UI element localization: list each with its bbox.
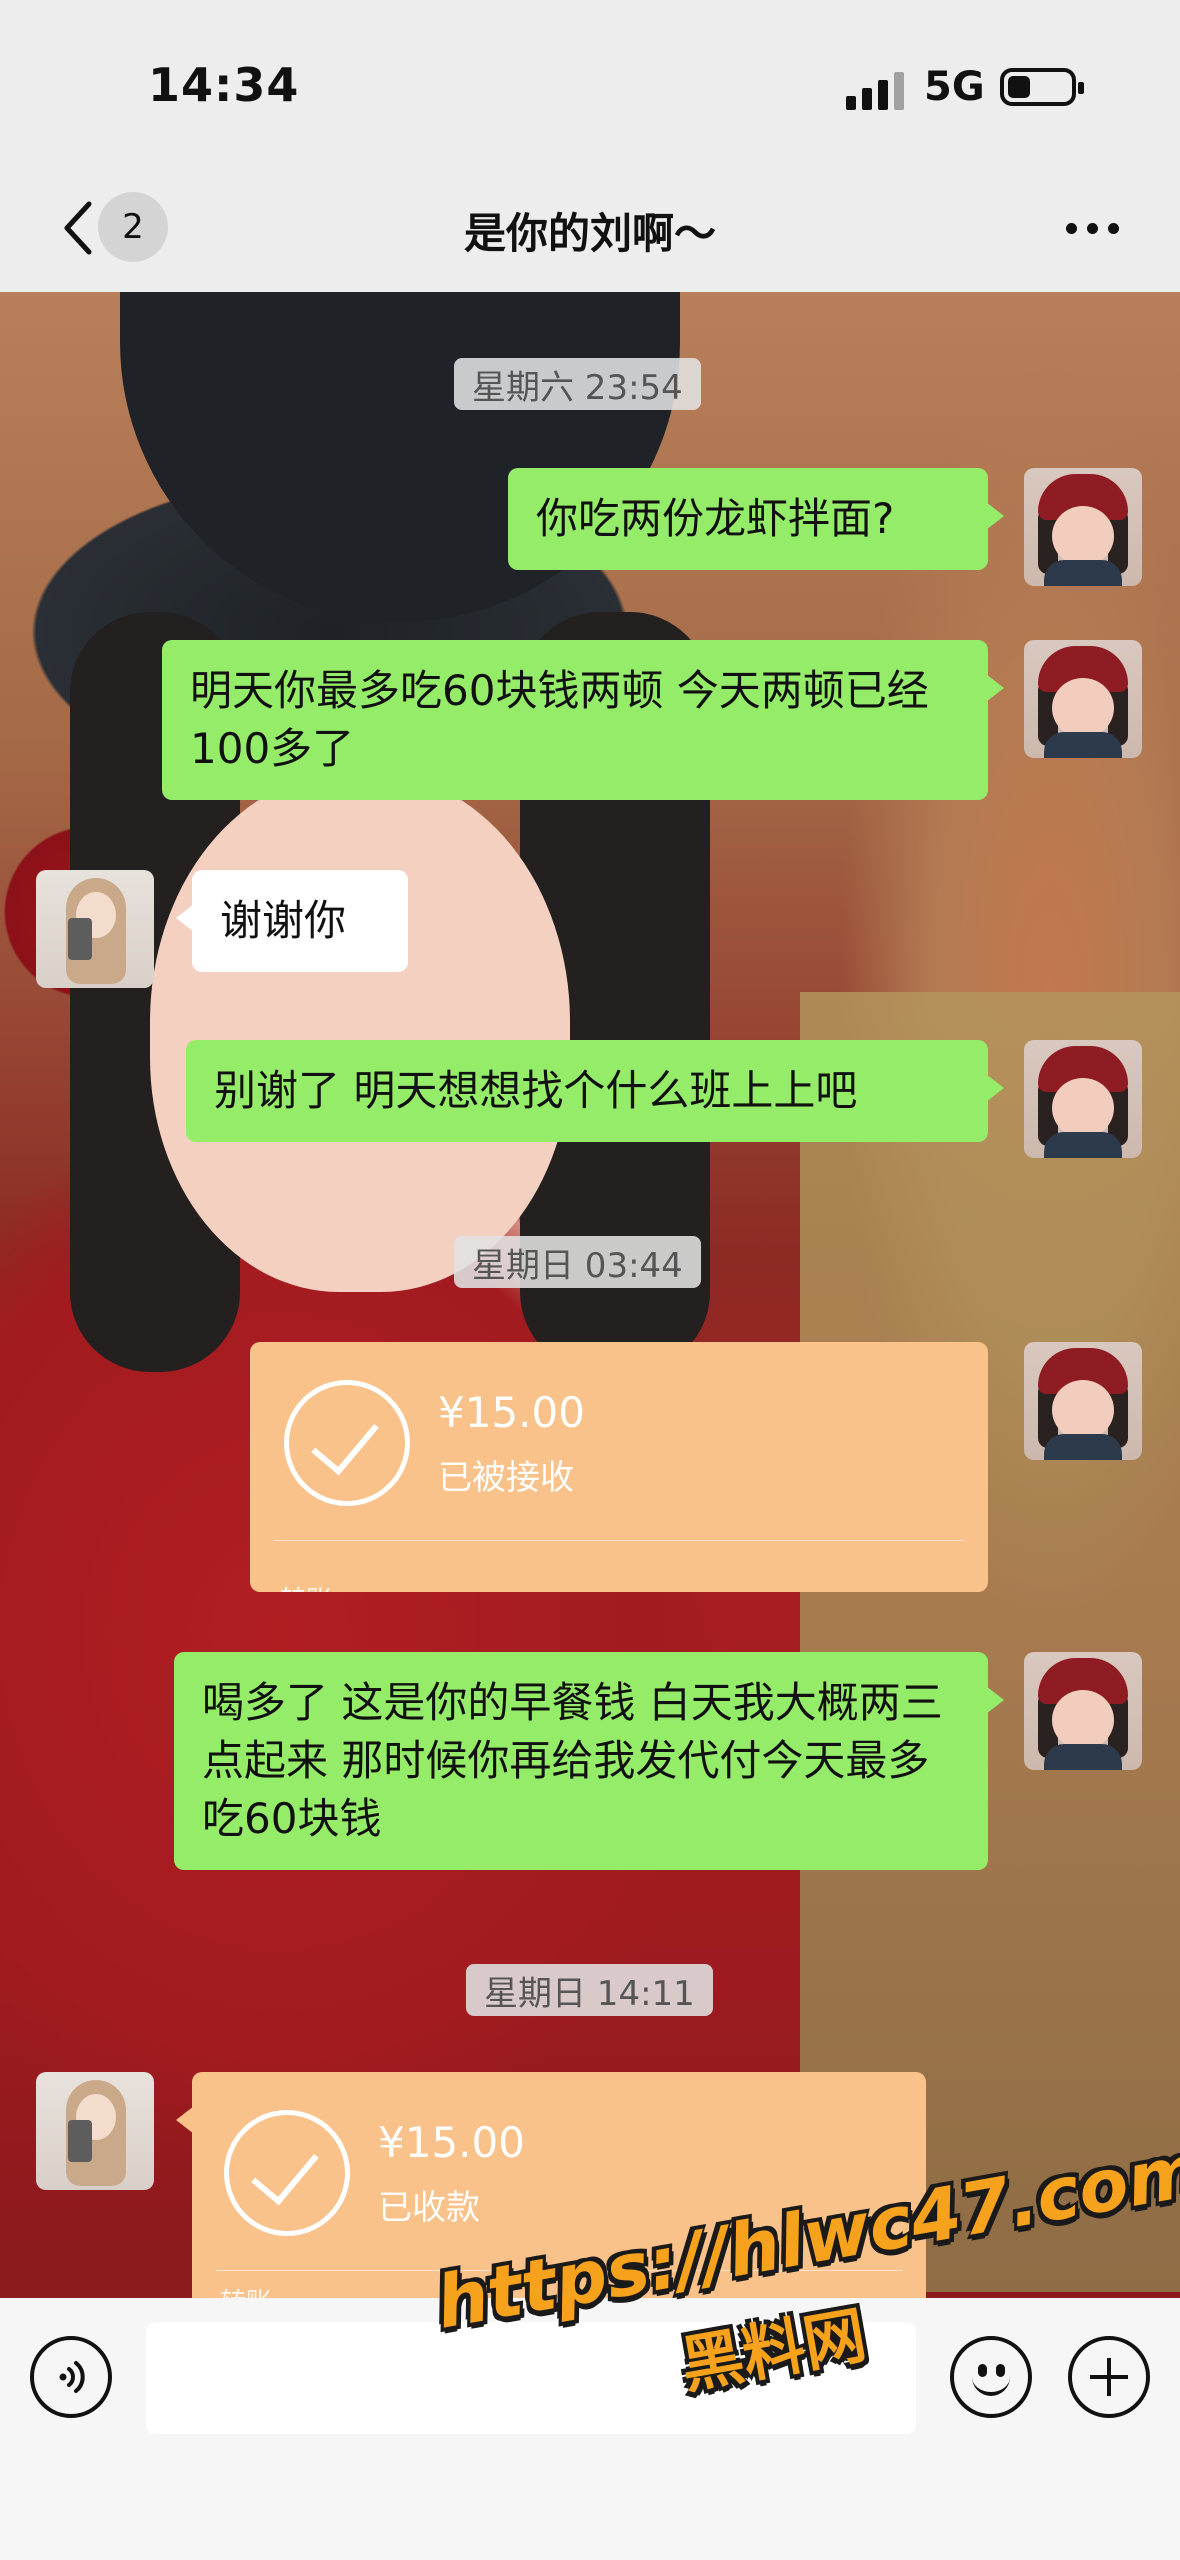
network-type: 5G — [924, 64, 985, 110]
contact-avatar[interactable] — [36, 870, 154, 988]
message-bubble-self[interactable]: 你吃两份龙虾拌面? — [508, 468, 1004, 570]
self-avatar[interactable] — [1024, 640, 1142, 758]
signal-icon — [846, 70, 906, 110]
self-avatar[interactable] — [1024, 1652, 1142, 1770]
chat-header: 2 是你的刘啊～ — [0, 170, 1180, 292]
message-bubble-contact[interactable]: 谢谢你 — [176, 870, 408, 972]
plus-icon[interactable] — [1068, 2336, 1150, 2418]
message-timestamp: 星期日 03:44 — [454, 1236, 701, 1288]
chat-message-list[interactable]: 星期六 23:54 你吃两份龙虾拌面? 明天你最多吃60块钱两顿 今天两顿已经1… — [0, 292, 1180, 2298]
message-input[interactable] — [146, 2322, 916, 2434]
voice-icon[interactable] — [30, 2336, 112, 2418]
divider — [274, 1540, 964, 1541]
message-bubble-self[interactable]: 明天你最多吃60块钱两顿 今天两顿已经100多了 — [162, 640, 1004, 800]
chat-title: 是你的刘啊～ — [463, 209, 716, 258]
message-timestamp: 星期六 23:54 — [454, 358, 701, 410]
divider — [216, 2270, 902, 2271]
transfer-amount: ¥15.00 — [378, 2118, 525, 2167]
self-avatar[interactable] — [1024, 468, 1142, 586]
transfer-label: 转账 — [220, 2282, 272, 2298]
input-bar — [0, 2298, 1180, 2560]
transfer-card-received-wrapper: ¥15.00 已收款 转账 — [176, 2072, 926, 2298]
self-avatar[interactable] — [1024, 1342, 1142, 1460]
transfer-status: 已被接收 — [438, 1458, 574, 1498]
emoji-icon[interactable] — [950, 2336, 1032, 2418]
transfer-card-received[interactable]: ¥15.00 已收款 转账 — [192, 2072, 926, 2298]
transfer-card-sent[interactable]: ¥15.00 已被接收 转账 — [250, 1342, 988, 1592]
message-timestamp: 星期日 14:11 — [466, 1964, 713, 2016]
message-bubble-self[interactable]: 喝多了 这是你的早餐钱 白天我大概两三点起来 那时候你再给我发代付今天最多吃60… — [174, 1652, 1004, 1870]
message-bubble-self[interactable]: 别谢了 明天想想找个什么班上上吧 — [186, 1040, 1004, 1142]
contact-avatar[interactable] — [36, 2072, 154, 2190]
battery-icon — [1000, 68, 1084, 106]
status-time: 14:34 — [148, 58, 300, 112]
status-bar: 14:34 5G — [0, 0, 1180, 170]
check-circle-icon — [224, 2110, 350, 2236]
more-dots-icon[interactable] — [1066, 218, 1136, 238]
check-circle-icon — [284, 1380, 410, 1506]
background-photo-hat — [120, 292, 680, 622]
transfer-status: 已收款 — [378, 2188, 480, 2228]
background-photo-face — [150, 772, 570, 1292]
self-avatar[interactable] — [1024, 1040, 1142, 1158]
transfer-amount: ¥15.00 — [438, 1388, 585, 1437]
transfer-label: 转账 — [280, 1580, 332, 1592]
